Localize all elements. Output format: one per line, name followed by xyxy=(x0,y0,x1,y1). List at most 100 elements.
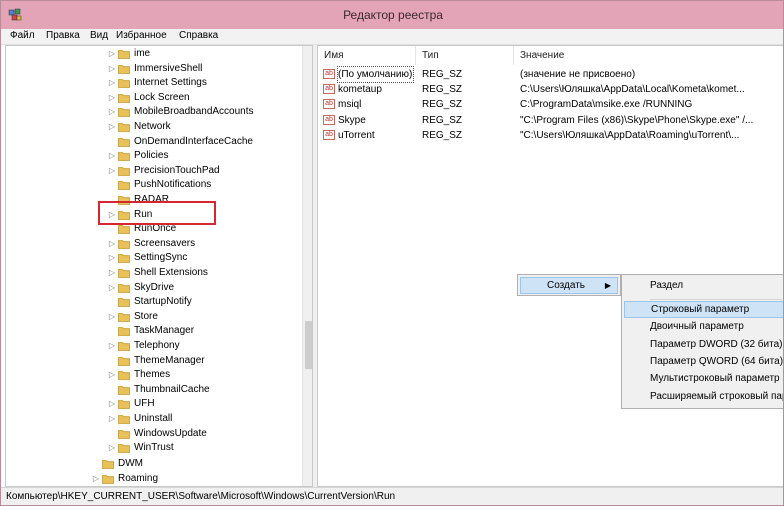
folder-icon xyxy=(118,385,130,395)
submenu-item-multi-string-value[interactable]: Мультистроковый параметр xyxy=(624,370,783,387)
expand-arrow-icon[interactable]: ▷ xyxy=(108,237,116,251)
column-header-type[interactable]: Тип xyxy=(416,46,514,65)
menu-file[interactable]: Файл xyxy=(10,30,35,41)
tree-scrollbar-thumb[interactable] xyxy=(305,321,312,369)
tree-item-mobilebroadbandaccounts[interactable]: ▷ MobileBroadbandAccounts xyxy=(6,105,300,119)
expand-arrow-icon[interactable] xyxy=(108,354,116,368)
expand-arrow-icon[interactable]: ▷ xyxy=(108,441,116,455)
tree-item-immersiveshell[interactable]: ▷ ImmersiveShell xyxy=(6,62,300,76)
expand-arrow-icon[interactable]: ▷ xyxy=(108,310,116,324)
title-bar[interactable]: Редактор реестра xyxy=(1,1,783,29)
tree-item-dwm[interactable]: DWM xyxy=(6,457,300,471)
tree-item-themes[interactable]: ▷ Themes xyxy=(6,368,300,382)
tree-item-store[interactable]: ▷ Store xyxy=(6,310,300,324)
tree-item-wintrust[interactable]: ▷ WinTrust xyxy=(6,441,300,455)
tree-item-pushnotifications[interactable]: PushNotifications xyxy=(6,178,300,192)
menu-view[interactable]: Вид xyxy=(90,30,108,41)
expand-arrow-icon[interactable] xyxy=(108,178,116,192)
expand-arrow-icon[interactable]: ▷ xyxy=(108,397,116,411)
tree-item-settingsync[interactable]: ▷ SettingSync xyxy=(6,251,300,265)
tree-item-lock-screen[interactable]: ▷ Lock Screen xyxy=(6,91,300,105)
value-row[interactable]: ab (По умолчанию) REG_SZ (значение не присв… xyxy=(318,66,783,83)
submenu-arrow-icon: ▶ xyxy=(604,281,611,290)
value-name: kometaup xyxy=(338,84,382,96)
expand-arrow-icon[interactable]: ▷ xyxy=(108,76,116,90)
submenu-item-qword-value[interactable]: Параметр QWORD (64 бита) xyxy=(624,353,783,370)
tree-item-shell-extensions[interactable]: ▷ Shell Extensions xyxy=(6,266,300,280)
expand-arrow-icon[interactable]: ▷ xyxy=(108,164,116,178)
tree-item-uninstall[interactable]: ▷ Uninstall xyxy=(6,412,300,426)
expand-arrow-icon[interactable]: ▷ xyxy=(108,339,116,353)
folder-icon xyxy=(118,122,130,132)
tree-item-ondemandinterfacecache[interactable]: OnDemandInterfaceCache xyxy=(6,135,300,149)
expand-arrow-icon[interactable]: ▷ xyxy=(92,472,100,486)
tree-item-ime[interactable]: ▷ ime xyxy=(6,47,300,61)
tree-item-screensavers[interactable]: ▷ Screensavers xyxy=(6,237,300,251)
submenu-item-key[interactable]: Раздел xyxy=(624,277,783,294)
column-header-value[interactable]: Значение xyxy=(514,46,783,65)
value-row[interactable]: ab msiql REG_SZ C:\ProgramData\msike.exe /R… xyxy=(318,97,783,112)
menu-help[interactable]: Справка xyxy=(179,30,218,41)
string-value-icon: ab xyxy=(323,69,335,79)
value-name: msiql xyxy=(338,99,362,111)
tree-item-thumbnailcache[interactable]: ThumbnailCache xyxy=(6,383,300,397)
folder-icon xyxy=(102,474,114,484)
submenu-item-string-value[interactable]: Строковый параметр xyxy=(624,301,783,318)
expand-arrow-icon[interactable] xyxy=(108,383,116,397)
submenu-item-dword-value[interactable]: Параметр DWORD (32 бита) xyxy=(624,336,783,353)
submenu-item-expandable-string-value[interactable]: Расширяемый строковый пар xyxy=(624,388,784,405)
expand-arrow-icon[interactable] xyxy=(92,457,100,471)
expand-arrow-icon[interactable]: ▷ xyxy=(108,281,116,295)
tree-item-thememanager[interactable]: ThemeManager xyxy=(6,354,300,368)
tree-item-telephony[interactable]: ▷ Telephony xyxy=(6,339,300,353)
expand-arrow-icon[interactable]: ▷ xyxy=(108,91,116,105)
submenu-item-label: Раздел xyxy=(650,280,684,291)
submenu-item-binary-value[interactable]: Двоичный параметр xyxy=(624,318,783,335)
string-value-icon: ab xyxy=(323,129,335,140)
expand-arrow-icon[interactable]: ▷ xyxy=(108,412,116,426)
expand-arrow-icon[interactable]: ▷ xyxy=(108,266,116,280)
menu-edit[interactable]: Правка xyxy=(46,30,80,41)
folder-icon xyxy=(118,151,130,162)
tree-item-label: Roaming xyxy=(118,473,159,484)
tree-item-startupnotify[interactable]: StartupNotify xyxy=(6,295,300,309)
submenu-item-label: Расширяемый строковый пар xyxy=(650,390,784,402)
value-name: Skype xyxy=(338,114,366,126)
expand-arrow-icon[interactable]: ▷ xyxy=(108,105,116,119)
tree-item-skydrive[interactable]: ▷ SkyDrive xyxy=(6,281,300,295)
tree-item-windowsupdate[interactable]: WindowsUpdate xyxy=(6,427,300,441)
value-row[interactable]: ab kometaup REG_SZ C:\Users\Юляшка\AppData\… xyxy=(318,82,783,97)
registry-values-list[interactable]: Имя Тип Значение ab (По умолчанию) REG_SZ(… xyxy=(317,45,783,487)
tree-scrollbar[interactable] xyxy=(302,46,312,486)
column-header-name[interactable]: Имя xyxy=(318,46,416,65)
tree-item-internet-settings[interactable]: ▷ Internet Settings xyxy=(6,76,300,90)
tree-item-policies[interactable]: ▷ Policies xyxy=(6,149,300,163)
expand-arrow-icon[interactable]: ▷ xyxy=(108,251,116,265)
expand-arrow-icon[interactable] xyxy=(108,135,116,149)
tree-item-label: ime xyxy=(134,48,151,59)
tree-item-taskmanager[interactable]: TaskManager xyxy=(6,324,300,338)
tree-item-label: Telephony xyxy=(134,340,180,351)
tree-item-roaming[interactable]: ▷ Roaming xyxy=(6,472,300,486)
expand-arrow-icon[interactable] xyxy=(108,295,116,309)
value-data: C:\Users\Юляшка\AppData\Local\Kometa\kom… xyxy=(520,84,745,96)
tree-item-label: WindowsUpdate xyxy=(134,427,207,439)
expand-arrow-icon[interactable]: ▷ xyxy=(108,368,116,382)
value-row[interactable]: ab Skype REG_SZ "C:\Program Files (x86)\Sky… xyxy=(318,113,783,128)
value-row[interactable]: ab uTorrent REG_SZ "C:\Users\Юляшка\AppData… xyxy=(318,128,783,143)
expand-arrow-icon[interactable]: ▷ xyxy=(108,149,116,163)
expand-arrow-icon[interactable] xyxy=(108,324,116,338)
expand-arrow-icon[interactable]: ▷ xyxy=(108,47,116,61)
registry-key-tree[interactable]: ▷ ime ▷ ImmersiveShell ▷ Internet Settings ▷ Lo… xyxy=(5,45,313,487)
expand-arrow-icon[interactable] xyxy=(108,427,116,441)
expand-arrow-icon[interactable]: ▷ xyxy=(108,120,116,134)
context-menu-create[interactable]: Создать ▶ xyxy=(520,277,618,294)
folder-icon xyxy=(118,297,130,308)
tree-item-network[interactable]: ▷ Network xyxy=(6,120,300,134)
folder-icon xyxy=(118,239,130,249)
expand-arrow-icon[interactable]: ▷ xyxy=(108,62,116,76)
tree-item-precisiontouchpad[interactable]: ▷ PrecisionTouchPad xyxy=(6,164,300,178)
tree-item-label: Screensavers xyxy=(134,237,196,249)
tree-item-ufh[interactable]: ▷ UFH xyxy=(6,397,300,411)
menu-favorites[interactable]: Избранное xyxy=(116,30,167,41)
